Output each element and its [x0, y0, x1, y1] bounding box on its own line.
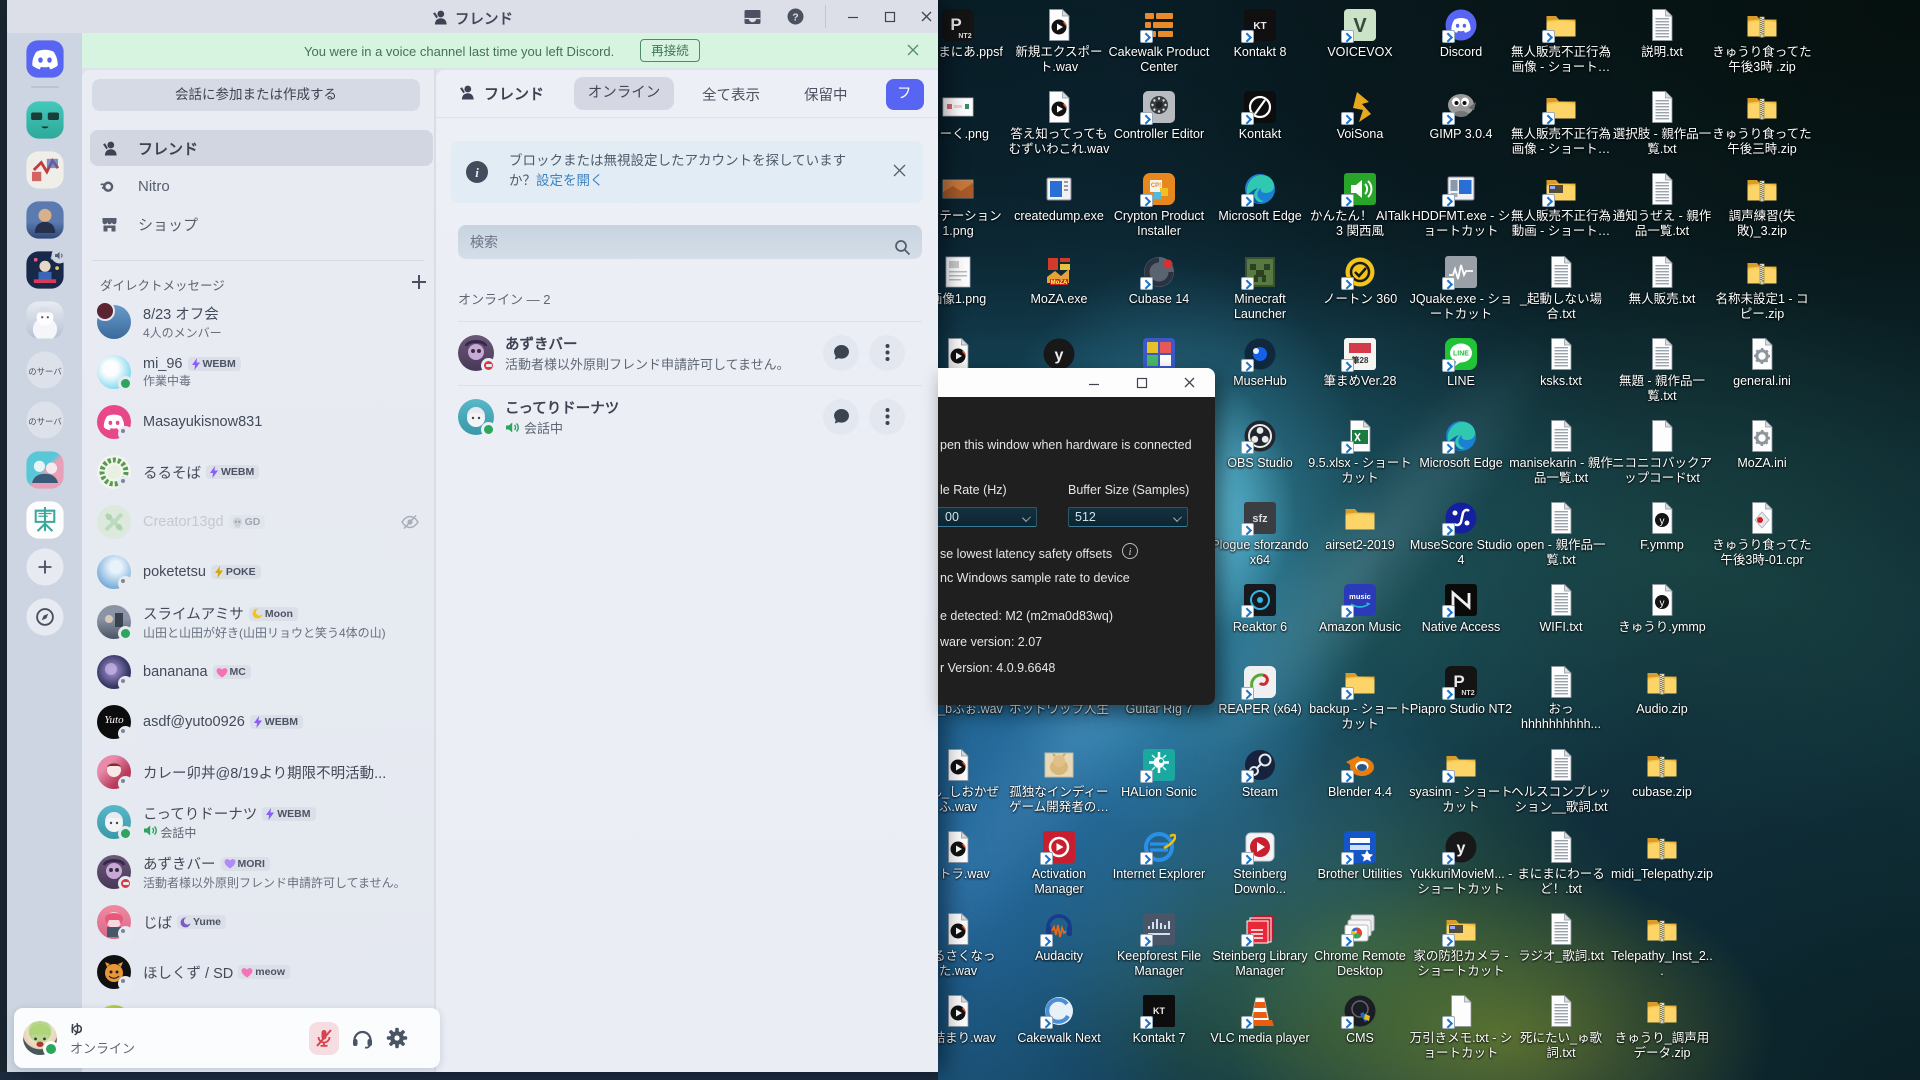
svg-text:y: y: [1660, 516, 1665, 527]
svg-text:y: y: [1457, 840, 1466, 857]
svg-text:NT2: NT2: [1461, 690, 1474, 697]
svg-text:LINE: LINE: [1453, 351, 1469, 358]
svg-text:KT: KT: [1153, 1006, 1165, 1016]
svg-text:NT2: NT2: [958, 33, 971, 40]
svg-text:V: V: [1353, 15, 1367, 37]
svg-text:?: ?: [792, 11, 798, 23]
svg-text:music: music: [1349, 592, 1371, 601]
svg-text:CP!: CP!: [1151, 183, 1161, 189]
svg-text:KT: KT: [1253, 21, 1266, 32]
svg-text:筆28: 筆28: [1352, 355, 1369, 365]
svg-text:i: i: [475, 165, 479, 180]
svg-text:P: P: [950, 15, 961, 34]
svg-text:y: y: [1055, 347, 1064, 364]
svg-text:sfz: sfz: [1252, 513, 1268, 525]
svg-text:P: P: [1453, 672, 1464, 691]
svg-text:y: y: [1660, 598, 1665, 609]
svg-text:MoZA: MoZA: [1051, 280, 1068, 286]
